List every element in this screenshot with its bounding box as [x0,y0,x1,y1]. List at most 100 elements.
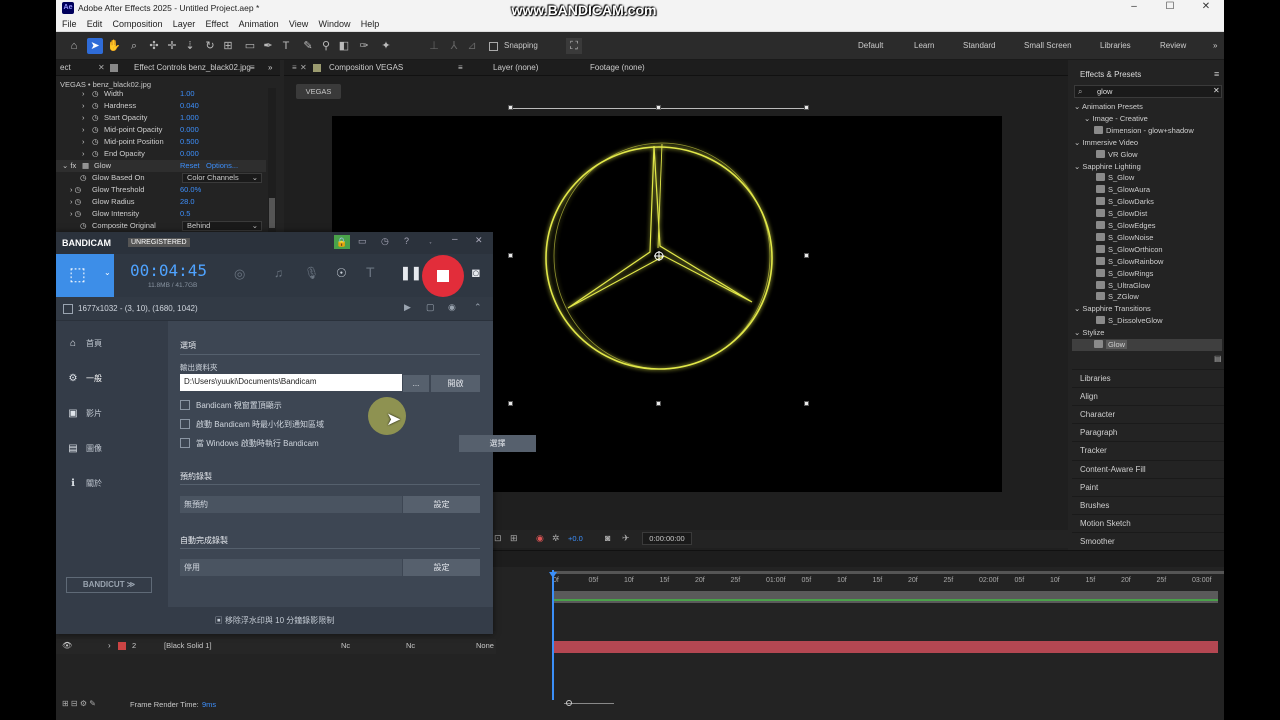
ep-effect-item[interactable]: S_GlowRings [1084,268,1153,280]
clear-search-icon[interactable]: ✕ [1213,86,1220,95]
transform-handle[interactable] [804,105,809,110]
property-select[interactable]: Color Channels ⌄ [182,173,262,183]
snapping-checkbox[interactable] [489,42,498,51]
project-tab[interactable]: ect [60,63,71,72]
screen-mode-button[interactable]: ⬚ ⌄ [56,254,114,297]
stopwatch-icon[interactable]: ◷ [92,100,99,112]
ep-effect-item[interactable]: VR Glow [1084,149,1138,161]
maximize-button[interactable]: ☐ [1152,0,1188,16]
expand-panels-icon[interactable]: » [268,63,272,72]
effect-property-row[interactable]: › ◷ Mid-point Position 0.500 [56,136,266,148]
stopwatch-icon[interactable]: ◷ [92,124,99,136]
ep-effect-item[interactable]: S_GlowEdges [1084,220,1156,232]
ec-scrollbar[interactable] [268,88,276,232]
work-area-bar[interactable] [552,571,1224,574]
channel-icon[interactable]: ◉ [536,533,544,544]
text-overlay-icon[interactable]: T [366,264,375,280]
stopwatch-icon[interactable]: ◷ [92,112,99,124]
option-checkbox[interactable]: 啟動 Bandicam 時最小化到通知區域 [180,419,324,431]
exposure-value[interactable]: +0.0 [568,534,583,543]
transform-handle[interactable] [656,105,661,110]
menu-edit[interactable]: Edit [87,16,103,32]
workspace-learn[interactable]: Learn [914,41,934,50]
layer-bar-red[interactable] [552,641,1218,653]
stopwatch-icon[interactable]: › ◷ [70,196,81,208]
panel-tracker[interactable]: Tracker [1072,441,1224,460]
dolly-tool-icon[interactable]: ⇣ [182,38,198,54]
expand-icon[interactable]: › [82,124,85,136]
lock-icon[interactable]: 🔒 [334,235,350,249]
ep-effect-item[interactable]: S_ZGlow [1084,291,1139,303]
panel-character[interactable]: Character [1072,405,1224,424]
nav-item[interactable]: ▤ 圖像 [66,442,166,456]
footage-tab[interactable]: Footage (none) [590,63,645,72]
glow-property-row[interactable]: ◷ Glow Based On Color Channels ⌄ [56,172,266,184]
checkbox-box[interactable] [180,419,190,429]
transform-handle[interactable] [804,253,809,258]
stopwatch-icon[interactable]: ◷ [80,172,87,184]
panel-brushes[interactable]: Brushes [1072,495,1224,514]
clock-icon[interactable]: ◷ [381,236,389,247]
stopwatch-icon[interactable]: › ◷ [70,184,81,196]
workspace-small-screen[interactable]: Small Screen [1024,41,1072,50]
layer-tab[interactable]: Layer (none) [493,63,538,72]
panel-libraries[interactable]: Libraries [1072,369,1224,387]
chevron-down-icon[interactable]: ⌄ [104,268,111,277]
nav-item[interactable]: ℹ 關於 [66,477,166,491]
menu-help[interactable]: Help [361,16,380,32]
ep-folder[interactable]: ⌄ Animation Presets [1074,101,1143,113]
stopwatch-icon[interactable]: ◷ [92,88,99,100]
ep-effect-item[interactable]: S_UltraGlow [1084,280,1150,292]
nav-item[interactable]: ▣ 影片 [66,407,166,421]
home-icon[interactable]: ⌂ [66,38,82,54]
auto-complete-settings-button[interactable]: 設定 [403,559,480,576]
comp-menu-icon[interactable]: ≡ [292,63,297,72]
workspace-libraries[interactable]: Libraries [1100,41,1131,50]
glow-property-row[interactable]: › ◷ Glow Intensity 0.5 [56,208,266,220]
orbit-tool-icon[interactable]: ✣ [146,38,162,54]
open-folder-button[interactable]: 開啟 [431,375,480,392]
effect-property-row[interactable]: › ◷ Start Opacity 1.000 [56,112,266,124]
eye-icon[interactable]: 👁 [62,641,72,650]
panel-content-aware-fill[interactable]: Content-Aware Fill [1072,459,1224,478]
menu-window[interactable]: Window [318,16,350,32]
panel-align[interactable]: Align [1072,387,1224,406]
webcam-icon[interactable]: ◎ [234,266,245,282]
effect-property-row[interactable]: › ◷ End Opacity 0.000 [56,148,266,160]
mode-select-2[interactable]: Nc [406,641,415,650]
zoom-slider[interactable] [556,699,616,707]
rotate-tool-icon[interactable]: ↻ [202,38,218,54]
stopwatch-icon[interactable]: ◷ [80,220,87,232]
type-tool-icon[interactable]: T [278,38,294,54]
ec-scroll-thumb[interactable] [269,198,275,228]
glow-property-row[interactable]: ◷ Composite Original Behind ⌄ [56,220,266,232]
selection-tool-icon[interactable]: ➤ [87,38,103,54]
reset-link[interactable]: Reset [180,160,200,172]
property-value[interactable]: 1.00 [180,88,195,100]
menu-animation[interactable]: Animation [239,16,279,32]
checkbox-box[interactable] [180,400,190,410]
ep-effect-item[interactable]: Glow [1072,339,1222,351]
panel-paint[interactable]: Paint [1072,477,1224,496]
effect-controls-tab[interactable]: Effect Controls benz_black02.jpg [134,63,251,72]
camera-icon[interactable]: ◙ [472,265,480,280]
panel-motion-sketch[interactable]: Motion Sketch [1072,513,1224,532]
property-value[interactable]: 0.000 [180,148,199,160]
rectangle-tool-icon[interactable]: ▭ [242,38,258,54]
comp-timecode[interactable]: 0:00:00:00 [642,532,692,545]
stopwatch-icon[interactable]: ◷ [92,148,99,160]
minimize-icon[interactable]: – [452,234,458,245]
transform-handle[interactable] [508,401,513,406]
ep-effect-item[interactable]: S_GlowAura [1084,184,1150,196]
axis-view-icon[interactable]: ⊿ [464,38,480,54]
menu-view[interactable]: View [289,16,308,32]
brush-tool-icon[interactable]: ✎ [300,38,316,54]
ep-effect-item[interactable]: S_DissolveGlow [1084,315,1163,327]
effect-property-row[interactable]: › ◷ Mid-point Opacity 0.000 [56,124,266,136]
advanced-button[interactable]: 選擇 [459,435,536,452]
speaker-icon[interactable]: ♫ [274,266,283,280]
property-value[interactable]: 0.500 [180,136,199,148]
help-icon[interactable]: ? [404,236,409,246]
expand-icon[interactable]: › [82,112,85,124]
panel-menu-icon[interactable]: ≡ [250,63,255,72]
